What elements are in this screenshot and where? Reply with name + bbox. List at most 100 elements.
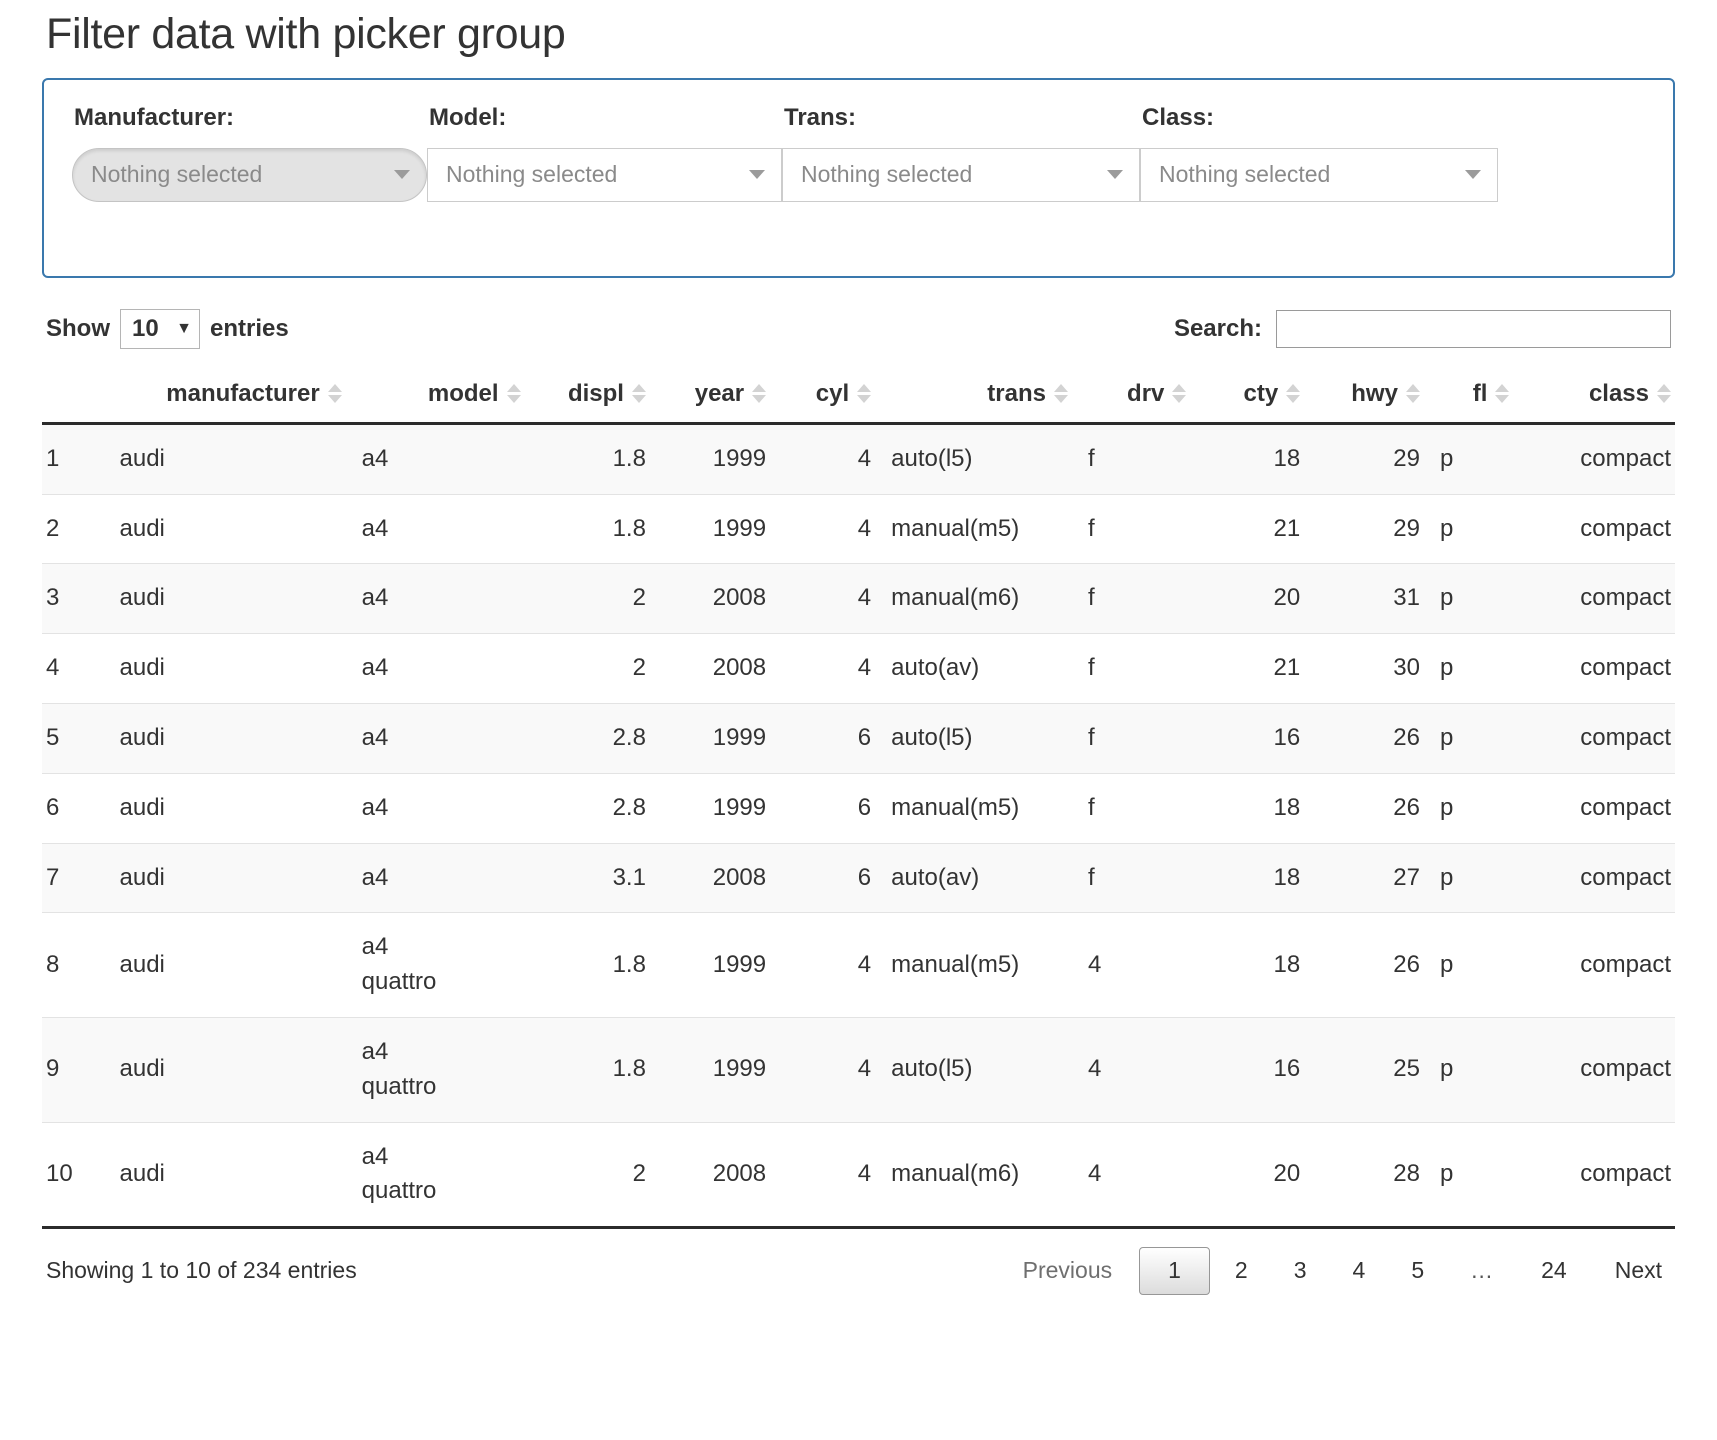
chevron-down-icon: ▼ [176,321,192,337]
cell-model: a4 quattro [352,1122,531,1228]
cell-class: compact [1519,1122,1675,1228]
cell-drv: 4 [1078,913,1196,1018]
cell-class: compact [1519,634,1675,704]
length-control: Show 10 ▼ entries [46,309,289,349]
cell-cty: 16 [1196,703,1310,773]
cell-cyl: 4 [776,1017,881,1122]
cell-manufacturer: audi [110,423,352,494]
cell-model: a4 quattro [352,913,531,1018]
cell-cty: 18 [1196,843,1310,913]
picker-select-model[interactable]: Nothing selected [427,148,782,202]
show-label: Show [46,315,110,343]
cell-trans: manual(m6) [881,564,1078,634]
column-header-trans[interactable]: trans [881,368,1078,424]
cell-year: 2008 [656,634,776,704]
cell-drv: f [1078,494,1196,564]
cell-fl: p [1430,423,1519,494]
entries-length-select[interactable]: 10 ▼ [120,309,200,349]
chevron-down-icon [1465,170,1481,179]
pagination-page-button[interactable]: 24 [1520,1247,1588,1295]
pagination-previous-button[interactable]: Previous [1016,1247,1135,1295]
cell-drv: f [1078,773,1196,843]
column-header-year[interactable]: year [656,368,776,424]
cell-manufacturer: audi [110,564,352,634]
pagination-next-button[interactable]: Next [1592,1247,1669,1295]
cell-cty: 18 [1196,773,1310,843]
cell-displ: 1.8 [531,913,656,1018]
cell-hwy: 29 [1310,494,1430,564]
cell-model-text: a4 quattro [362,1140,467,1210]
pagination-page-button[interactable]: 2 [1214,1247,1269,1295]
column-header-fl[interactable]: fl [1430,368,1519,424]
sort-arrows-icon [1054,384,1068,403]
cell-cyl: 6 [776,843,881,913]
cell-cyl: 4 [776,423,881,494]
column-label-manufacturer: manufacturer [166,380,319,408]
cell-year: 2008 [656,564,776,634]
entries-label: entries [210,315,289,343]
cell-fl: p [1430,773,1519,843]
column-header-manufacturer[interactable]: manufacturer [110,368,352,424]
column-header-model[interactable]: model [352,368,531,424]
picker-group-panel: Manufacturer: Nothing selected Model: No… [42,78,1675,278]
cell-fl: p [1430,913,1519,1018]
entries-length-value: 10 [132,315,159,343]
pagination-page-button[interactable]: 5 [1390,1247,1445,1295]
cell-year: 1999 [656,913,776,1018]
cell-year: 1999 [656,773,776,843]
column-header-displ[interactable]: displ [531,368,656,424]
table-row: 8audia4 quattro1.819994manual(m5)41826pc… [42,913,1675,1018]
cell-hwy: 27 [1310,843,1430,913]
column-header-drv[interactable]: drv [1078,368,1196,424]
column-header-cyl[interactable]: cyl [776,368,881,424]
cell-model: a4 [352,494,531,564]
picker-field-trans: Trans: Nothing selected [782,104,1140,202]
cell-class: compact [1519,913,1675,1018]
pagination: Previous12345…24Next [1014,1247,1671,1295]
column-label-class: class [1589,380,1649,408]
cell-fl: p [1430,1017,1519,1122]
pagination-page-button[interactable]: 3 [1273,1247,1328,1295]
sort-arrows-icon [328,384,342,403]
cell-drv: f [1078,564,1196,634]
cell-hwy: 25 [1310,1017,1430,1122]
cell-cty: 16 [1196,1017,1310,1122]
cell-manufacturer: audi [110,843,352,913]
cell-class: compact [1519,1017,1675,1122]
cell-year: 2008 [656,1122,776,1228]
cell-index: 2 [42,494,110,564]
table-body: 1audia41.819994auto(l5)f1829pcompact2aud… [42,423,1675,1227]
picker-select-class[interactable]: Nothing selected [1140,148,1498,202]
column-header-cty[interactable]: cty [1196,368,1310,424]
search-input[interactable] [1276,310,1671,348]
cell-cty: 20 [1196,564,1310,634]
cell-model: a4 [352,773,531,843]
pagination-page-button[interactable]: 1 [1139,1247,1210,1295]
page-title: Filter data with picker group [42,0,1675,62]
pagination-page-button[interactable]: 4 [1332,1247,1387,1295]
picker-select-trans[interactable]: Nothing selected [782,148,1140,202]
sort-arrows-icon [857,384,871,403]
column-header-hwy[interactable]: hwy [1310,368,1430,424]
cell-cyl: 6 [776,703,881,773]
cell-hwy: 26 [1310,703,1430,773]
picker-field-model: Model: Nothing selected [427,104,782,202]
column-header-class[interactable]: class [1519,368,1675,424]
column-label-cty: cty [1243,380,1278,408]
picker-label-model: Model: [427,104,782,132]
cell-model-text: a4 [362,861,467,896]
cell-cty: 18 [1196,913,1310,1018]
table-row: 4audia4220084auto(av)f2130pcompact [42,634,1675,704]
cell-displ: 2 [531,564,656,634]
cell-cyl: 4 [776,564,881,634]
cell-cyl: 4 [776,494,881,564]
cell-displ: 1.8 [531,1017,656,1122]
picker-value-manufacturer: Nothing selected [91,161,262,188]
picker-select-manufacturer[interactable]: Nothing selected [72,148,427,202]
search-label: Search: [1174,315,1262,343]
cell-manufacturer: audi [110,913,352,1018]
cell-model-text: a4 quattro [362,930,467,1000]
cell-trans: manual(m5) [881,773,1078,843]
cell-year: 1999 [656,703,776,773]
cell-drv: 4 [1078,1017,1196,1122]
